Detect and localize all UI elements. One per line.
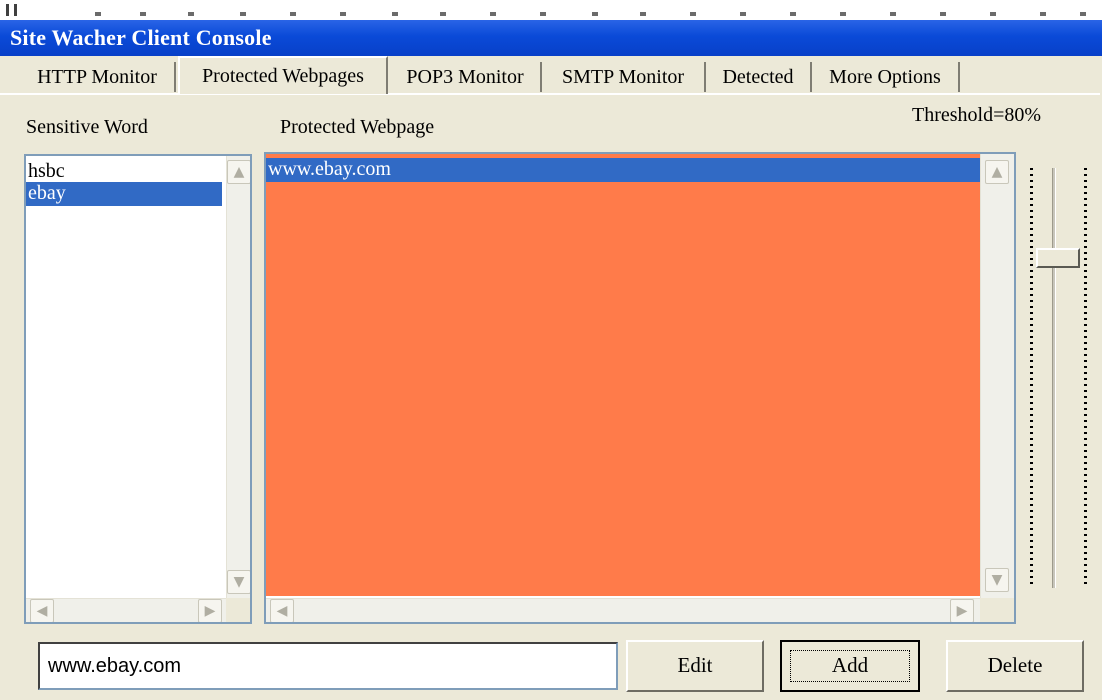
tab-more-options[interactable]: More Options <box>812 62 960 92</box>
tab-protected-webpages[interactable]: Protected Webpages <box>178 56 388 94</box>
edit-button[interactable]: Edit <box>626 640 764 692</box>
sensitive-word-list[interactable]: hsbc ebay ▲ ▼ ◀ ▶ <box>24 154 252 624</box>
scroll-right-icon[interactable]: ▶ <box>950 599 974 622</box>
webpage-list-area <box>266 154 980 596</box>
background-window-strip <box>0 0 1102 20</box>
slider-track <box>1052 168 1056 588</box>
scroll-right-icon[interactable]: ▶ <box>198 599 222 622</box>
slider-ticks-left <box>1030 168 1033 588</box>
tab-detected[interactable]: Detected <box>706 62 812 92</box>
scroll-left-icon[interactable]: ◀ <box>30 599 54 622</box>
scroll-left-icon[interactable]: ◀ <box>270 599 294 622</box>
threshold-slider[interactable] <box>1022 160 1098 594</box>
slider-ticks-right <box>1084 168 1087 588</box>
scroll-down-icon[interactable]: ▼ <box>227 570 250 594</box>
scroll-up-icon[interactable]: ▲ <box>985 160 1009 184</box>
list-item[interactable]: ebay <box>26 182 222 206</box>
webpage-hscrollbar[interactable]: ◀ ▶ <box>266 598 980 622</box>
scroll-corner <box>980 598 1014 622</box>
tab-http-monitor[interactable]: HTTP Monitor <box>20 62 176 92</box>
scroll-corner <box>226 598 250 622</box>
tab-smtp-monitor[interactable]: SMTP Monitor <box>542 62 706 92</box>
protected-webpage-label: Protected Webpage <box>280 116 435 138</box>
add-button[interactable]: Add <box>780 640 920 692</box>
scroll-up-icon[interactable]: ▲ <box>227 160 250 184</box>
scroll-down-icon[interactable]: ▼ <box>985 568 1009 592</box>
list-item[interactable]: hsbc <box>26 160 222 184</box>
tab-pop3-monitor[interactable]: POP3 Monitor <box>390 62 542 92</box>
slider-thumb[interactable] <box>1036 248 1080 268</box>
delete-button[interactable]: Delete <box>946 640 1084 692</box>
tab-panel-top-edge <box>0 93 1100 95</box>
webpage-input[interactable]: www.ebay.com <box>38 642 618 690</box>
sensitive-word-label: Sensitive Word <box>26 116 148 138</box>
threshold-label: Threshold=80% <box>912 104 1042 126</box>
webpage-vscrollbar[interactable]: ▲ ▼ <box>980 154 1014 598</box>
list-item[interactable]: www.ebay.com <box>266 158 980 182</box>
sensitive-word-hscrollbar[interactable]: ◀ ▶ <box>26 598 226 622</box>
window-title: Site Wacher Client Console <box>10 25 272 50</box>
focus-rect <box>790 650 910 682</box>
protected-webpage-list[interactable]: www.ebay.com ▲ ▼ ◀ ▶ <box>264 152 1016 624</box>
sensitive-word-vscrollbar[interactable]: ▲ ▼ <box>226 156 250 598</box>
